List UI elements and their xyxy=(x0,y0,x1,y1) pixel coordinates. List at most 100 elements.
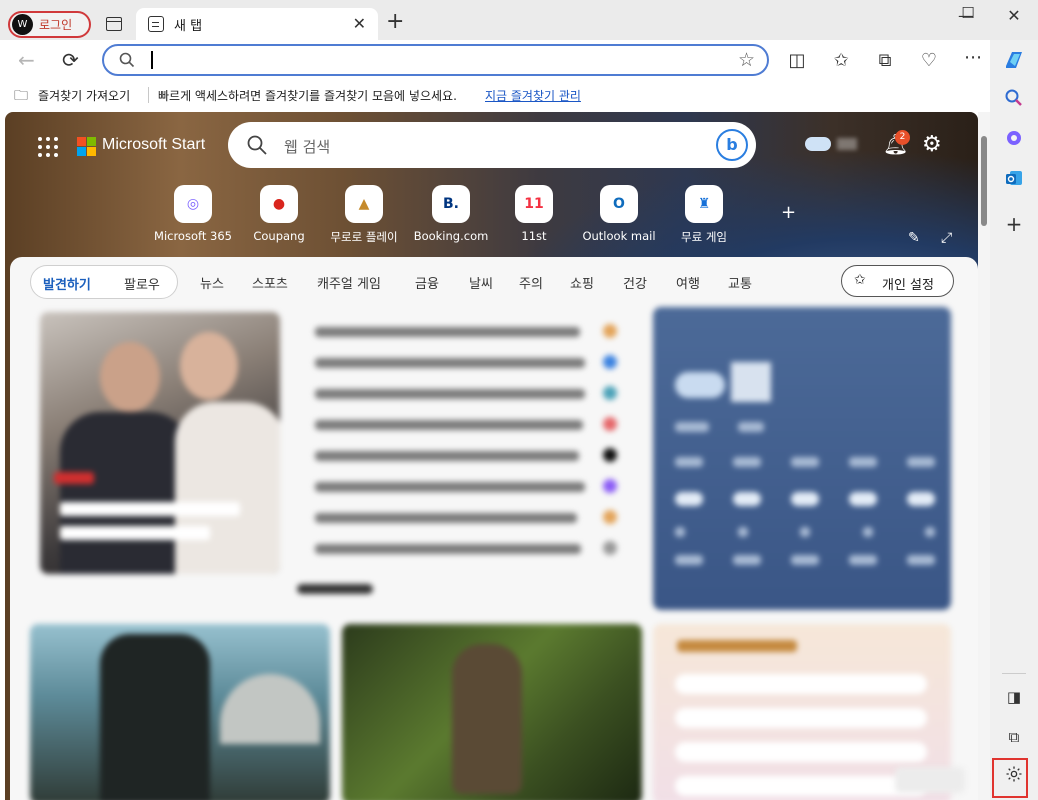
title-bar: W 로그인 새 탭 ✕ + — ☐ ✕ xyxy=(0,0,1038,40)
new-tab-button[interactable]: + xyxy=(386,11,404,33)
new-tab-page: Microsoft Start 웹 검색 b 🔔︎ 2 ⚙ ◎ Microsoft… xyxy=(5,112,978,800)
address-bar[interactable]: ☆ xyxy=(102,44,769,76)
copilot-app-icon[interactable] xyxy=(1002,128,1026,152)
news-image-card[interactable] xyxy=(342,624,642,800)
browser-essentials-icon[interactable]: ♡ xyxy=(918,50,940,71)
quick-link[interactable]: ♜ 무료 게임 xyxy=(659,185,749,245)
category-link[interactable]: 쇼핑 xyxy=(570,273,594,292)
list-item[interactable] xyxy=(305,379,625,410)
feedback-button[interactable] xyxy=(895,767,965,793)
list-item[interactable] xyxy=(305,441,625,472)
category-link[interactable]: 교통 xyxy=(728,273,752,292)
import-favorites-button[interactable]: 즐겨찾기 가져오기 xyxy=(38,87,130,104)
category-link[interactable]: 건강 xyxy=(623,273,647,292)
tab-actions-icon[interactable] xyxy=(106,17,122,31)
outlook-icon[interactable] xyxy=(1002,168,1026,192)
copilot-icon[interactable] xyxy=(1002,48,1026,72)
category-link[interactable]: 뉴스 xyxy=(200,273,224,292)
quick-link-label: 11st xyxy=(521,229,547,243)
feed-mode-toggle: 발견하기 팔로우 xyxy=(30,265,178,299)
quick-link-label: 무료 게임 xyxy=(681,230,727,244)
search-placeholder: 웹 검색 xyxy=(284,138,331,156)
quick-link[interactable]: B. Booking.com xyxy=(406,185,496,243)
back-icon[interactable]: ← xyxy=(18,48,35,72)
favorites-prompt-text: 빠르게 액세스하려면 즐겨찾기를 즐겨찾기 모음에 넣으세요. xyxy=(158,89,457,103)
profile-login-button[interactable]: W 로그인 xyxy=(8,11,91,38)
news-image-card[interactable] xyxy=(30,624,330,800)
quick-link[interactable]: ● Coupang xyxy=(234,185,324,243)
favorites-divider xyxy=(148,87,149,103)
scrollbar-thumb[interactable] xyxy=(981,136,987,226)
weather-temp-blurred xyxy=(837,138,857,150)
web-search-box[interactable]: 웹 검색 b xyxy=(228,122,756,168)
category-link[interactable]: 캐주얼 게임 xyxy=(317,273,381,292)
collections-icon[interactable]: ⧉ xyxy=(874,50,896,71)
tab-title: 새 탭 xyxy=(174,18,203,34)
category-link[interactable]: 여행 xyxy=(676,273,700,292)
quick-link-label: Coupang xyxy=(253,229,305,243)
list-item[interactable] xyxy=(305,410,625,441)
sidebar-divider xyxy=(1002,673,1026,674)
external-icon[interactable]: ⧉ xyxy=(1002,725,1026,749)
folder-import-icon: 🗀 xyxy=(14,88,28,104)
text-caret xyxy=(151,51,153,69)
list-item[interactable] xyxy=(305,317,625,348)
quick-link[interactable]: ▲ 무로로 플레이 xyxy=(319,185,409,245)
settings-icon[interactable] xyxy=(1002,765,1026,789)
quick-link-icon: ♜ xyxy=(685,185,723,223)
refresh-icon[interactable]: ⟳ xyxy=(62,48,79,72)
category-link[interactable]: 주의 xyxy=(519,273,543,292)
login-label: 로그인 xyxy=(39,18,73,32)
quick-link[interactable]: O Outlook mail xyxy=(574,185,664,243)
more-icon[interactable]: ⋯ xyxy=(962,47,984,68)
edit-background-icon[interactable]: ✎ xyxy=(908,230,920,246)
maximize-button[interactable]: ☐ xyxy=(953,4,983,26)
bing-chat-icon[interactable]: b xyxy=(716,129,748,161)
quick-link[interactable]: 11 11st xyxy=(489,185,579,243)
quick-link-label: Outlook mail xyxy=(582,229,656,243)
tab-new-tab[interactable]: 새 탭 ✕ xyxy=(136,8,378,40)
personalize-icon: ✩ xyxy=(854,272,866,288)
quick-link-icon: ◎ xyxy=(174,185,212,223)
app-launcher-icon[interactable] xyxy=(38,137,58,157)
quick-link-icon: ▲ xyxy=(345,185,383,223)
tab-discover[interactable]: 발견하기 xyxy=(43,274,91,293)
list-item[interactable] xyxy=(305,534,625,565)
search-icon[interactable] xyxy=(1002,88,1026,112)
add-icon[interactable]: + xyxy=(1002,212,1026,236)
favorites-icon[interactable]: ✩ xyxy=(830,50,852,71)
brand-title[interactable]: Microsoft Start xyxy=(102,136,205,154)
tab-follow[interactable]: 팔로우 xyxy=(124,274,160,293)
quick-link-label: Booking.com xyxy=(413,229,489,243)
category-link[interactable]: 금융 xyxy=(415,273,439,292)
split-screen-icon[interactable]: ◫ xyxy=(786,50,808,71)
page-settings-icon[interactable]: ⚙ xyxy=(922,132,942,157)
navigation-bar: ← ⟳ ☆ ◫ ✩ ⧉ ♡ ⋯ xyxy=(0,40,990,80)
list-item[interactable] xyxy=(305,472,625,503)
quick-link-icon: ● xyxy=(260,185,298,223)
tab-close-icon[interactable]: ✕ xyxy=(353,14,366,33)
quick-link[interactable]: ◎ Microsoft 365 xyxy=(148,185,238,243)
favorite-star-icon[interactable]: ☆ xyxy=(738,49,755,71)
personalize-button[interactable]: ✩ 개인 설정 xyxy=(841,265,954,297)
manage-favorites-link[interactable]: 지금 즐겨찾기 관리 xyxy=(485,87,581,104)
add-shortcut-button[interactable]: + xyxy=(781,202,796,223)
quick-link-label: Microsoft 365 xyxy=(154,229,232,243)
microsoft-logo-icon xyxy=(77,137,96,156)
list-item[interactable] xyxy=(305,503,625,534)
personalize-label: 개인 설정 xyxy=(882,278,934,293)
new-tab-favicon-icon xyxy=(148,16,164,32)
page-scrollbar[interactable] xyxy=(978,112,990,800)
sidebar-toggle-icon[interactable]: ◨ xyxy=(1002,685,1026,709)
category-link[interactable]: 스포츠 xyxy=(252,273,288,292)
list-item[interactable] xyxy=(305,348,625,379)
category-link[interactable]: 날씨 xyxy=(469,273,493,292)
carousel-pagination[interactable] xyxy=(297,584,373,594)
expand-icon[interactable]: ⤢ xyxy=(941,230,952,246)
quick-link-icon: B. xyxy=(432,185,470,223)
headline-photo-card[interactable] xyxy=(40,312,280,574)
search-icon xyxy=(247,135,267,155)
close-window-button[interactable]: ✕ xyxy=(999,6,1029,28)
weather-cloud-icon[interactable] xyxy=(805,137,831,151)
weather-card[interactable] xyxy=(653,307,951,610)
